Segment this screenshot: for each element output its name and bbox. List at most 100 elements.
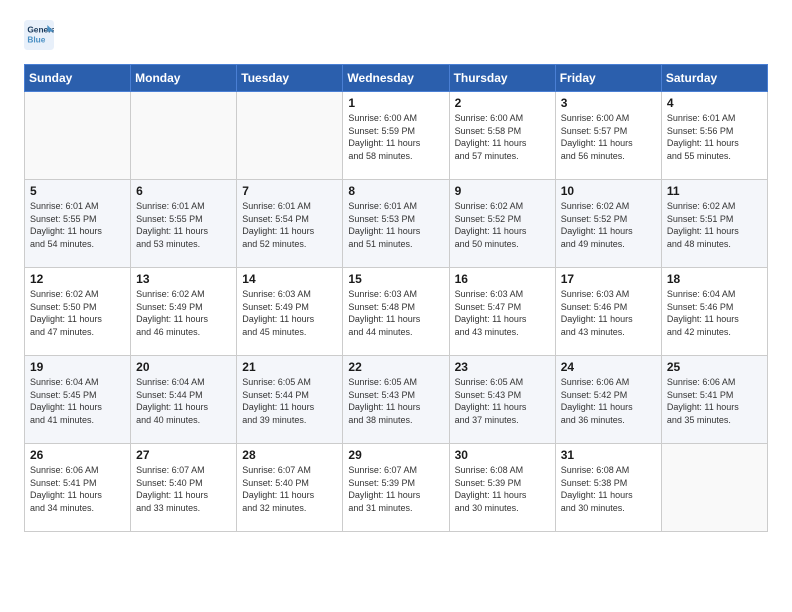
logo: General Blue — [24, 20, 60, 50]
calendar-cell — [131, 92, 237, 180]
calendar-cell: 8 Sunrise: 6:01 AM Sunset: 5:53 PM Daylig… — [343, 180, 449, 268]
calendar-cell: 14 Sunrise: 6:03 AM Sunset: 5:49 PM Dayli… — [237, 268, 343, 356]
day-info: Sunrise: 6:02 AM Sunset: 5:50 PM Dayligh… — [30, 288, 125, 338]
weekday-header-wednesday: Wednesday — [343, 65, 449, 92]
day-number: 14 — [242, 272, 337, 286]
calendar-cell: 7 Sunrise: 6:01 AM Sunset: 5:54 PM Daylig… — [237, 180, 343, 268]
calendar-cell: 27 Sunrise: 6:07 AM Sunset: 5:40 PM Dayli… — [131, 444, 237, 532]
calendar-cell: 20 Sunrise: 6:04 AM Sunset: 5:44 PM Dayli… — [131, 356, 237, 444]
calendar-cell: 16 Sunrise: 6:03 AM Sunset: 5:47 PM Dayli… — [449, 268, 555, 356]
calendar-cell: 18Sunrise: 6:04 AM Sunset: 5:46 PM Dayli… — [661, 268, 767, 356]
calendar-week-row: 19 Sunrise: 6:04 AM Sunset: 5:45 PM Dayli… — [25, 356, 768, 444]
calendar-body: 1 Sunrise: 6:00 AM Sunset: 5:59 PM Daylig… — [25, 92, 768, 532]
day-number: 13 — [136, 272, 231, 286]
weekday-header-saturday: Saturday — [661, 65, 767, 92]
logo-icon: General Blue — [24, 20, 54, 50]
day-info: Sunrise: 6:02 AM Sunset: 5:49 PM Dayligh… — [136, 288, 231, 338]
weekday-header-sunday: Sunday — [25, 65, 131, 92]
day-info: Sunrise: 6:03 AM Sunset: 5:47 PM Dayligh… — [455, 288, 550, 338]
calendar-cell — [237, 92, 343, 180]
day-number: 28 — [242, 448, 337, 462]
day-number: 3 — [561, 96, 656, 110]
day-info: Sunrise: 6:04 AM Sunset: 5:44 PM Dayligh… — [136, 376, 231, 426]
day-info: Sunrise: 6:00 AM Sunset: 5:59 PM Dayligh… — [348, 112, 443, 162]
calendar-table: SundayMondayTuesdayWednesdayThursdayFrid… — [24, 64, 768, 532]
day-number: 17 — [561, 272, 656, 286]
calendar-page: General Blue SundayMondayTuesdayWednesda… — [0, 0, 792, 552]
calendar-cell: 29Sunrise: 6:07 AM Sunset: 5:39 PM Dayli… — [343, 444, 449, 532]
day-number: 18 — [667, 272, 762, 286]
day-number: 6 — [136, 184, 231, 198]
calendar-cell: 24 Sunrise: 6:06 AM Sunset: 5:42 PM Dayli… — [555, 356, 661, 444]
day-info: Sunrise: 6:02 AM Sunset: 5:51 PM Dayligh… — [667, 200, 762, 250]
day-info: Sunrise: 6:01 AM Sunset: 5:55 PM Dayligh… — [136, 200, 231, 250]
day-number: 19 — [30, 360, 125, 374]
weekday-header-tuesday: Tuesday — [237, 65, 343, 92]
day-number: 4 — [667, 96, 762, 110]
day-number: 26 — [30, 448, 125, 462]
day-number: 5 — [30, 184, 125, 198]
day-info: Sunrise: 6:00 AM Sunset: 5:57 PM Dayligh… — [561, 112, 656, 162]
day-number: 25 — [667, 360, 762, 374]
calendar-week-row: 1 Sunrise: 6:00 AM Sunset: 5:59 PM Daylig… — [25, 92, 768, 180]
day-info: Sunrise: 6:05 AM Sunset: 5:44 PM Dayligh… — [242, 376, 337, 426]
day-number: 20 — [136, 360, 231, 374]
day-info: Sunrise: 6:01 AM Sunset: 5:54 PM Dayligh… — [242, 200, 337, 250]
day-number: 10 — [561, 184, 656, 198]
day-info: Sunrise: 6:06 AM Sunset: 5:41 PM Dayligh… — [30, 464, 125, 514]
calendar-cell: 30Sunrise: 6:08 AM Sunset: 5:39 PM Dayli… — [449, 444, 555, 532]
calendar-cell: 5 Sunrise: 6:01 AM Sunset: 5:55 PM Daylig… — [25, 180, 131, 268]
day-info: Sunrise: 6:07 AM Sunset: 5:40 PM Dayligh… — [242, 464, 337, 514]
svg-text:Blue: Blue — [27, 35, 45, 45]
calendar-cell: 15Sunrise: 6:03 AM Sunset: 5:48 PM Dayli… — [343, 268, 449, 356]
calendar-cell: 4Sunrise: 6:01 AM Sunset: 5:56 PM Daylig… — [661, 92, 767, 180]
day-info: Sunrise: 6:01 AM Sunset: 5:55 PM Dayligh… — [30, 200, 125, 250]
day-number: 16 — [455, 272, 550, 286]
calendar-cell: 9Sunrise: 6:02 AM Sunset: 5:52 PM Daylig… — [449, 180, 555, 268]
day-number: 2 — [455, 96, 550, 110]
day-info: Sunrise: 6:03 AM Sunset: 5:48 PM Dayligh… — [348, 288, 443, 338]
calendar-cell: 1 Sunrise: 6:00 AM Sunset: 5:59 PM Daylig… — [343, 92, 449, 180]
calendar-header-row: SundayMondayTuesdayWednesdayThursdayFrid… — [25, 65, 768, 92]
day-info: Sunrise: 6:07 AM Sunset: 5:40 PM Dayligh… — [136, 464, 231, 514]
calendar-cell — [25, 92, 131, 180]
day-info: Sunrise: 6:04 AM Sunset: 5:45 PM Dayligh… — [30, 376, 125, 426]
day-info: Sunrise: 6:08 AM Sunset: 5:39 PM Dayligh… — [455, 464, 550, 514]
calendar-cell: 25 Sunrise: 6:06 AM Sunset: 5:41 PM Dayli… — [661, 356, 767, 444]
calendar-cell: 6 Sunrise: 6:01 AM Sunset: 5:55 PM Daylig… — [131, 180, 237, 268]
calendar-cell: 10 Sunrise: 6:02 AM Sunset: 5:52 PM Dayli… — [555, 180, 661, 268]
calendar-cell: 21 Sunrise: 6:05 AM Sunset: 5:44 PM Dayli… — [237, 356, 343, 444]
day-info: Sunrise: 6:01 AM Sunset: 5:53 PM Dayligh… — [348, 200, 443, 250]
weekday-header-monday: Monday — [131, 65, 237, 92]
day-number: 29 — [348, 448, 443, 462]
day-info: Sunrise: 6:03 AM Sunset: 5:49 PM Dayligh… — [242, 288, 337, 338]
calendar-cell: 28 Sunrise: 6:07 AM Sunset: 5:40 PM Dayli… — [237, 444, 343, 532]
calendar-cell: 12 Sunrise: 6:02 AM Sunset: 5:50 PM Dayli… — [25, 268, 131, 356]
day-number: 27 — [136, 448, 231, 462]
day-number: 1 — [348, 96, 443, 110]
calendar-week-row: 12 Sunrise: 6:02 AM Sunset: 5:50 PM Dayli… — [25, 268, 768, 356]
day-number: 21 — [242, 360, 337, 374]
day-info: Sunrise: 6:03 AM Sunset: 5:46 PM Dayligh… — [561, 288, 656, 338]
calendar-cell: 19 Sunrise: 6:04 AM Sunset: 5:45 PM Dayli… — [25, 356, 131, 444]
day-info: Sunrise: 6:02 AM Sunset: 5:52 PM Dayligh… — [561, 200, 656, 250]
calendar-cell: 26 Sunrise: 6:06 AM Sunset: 5:41 PM Dayli… — [25, 444, 131, 532]
day-number: 9 — [455, 184, 550, 198]
day-info: Sunrise: 6:06 AM Sunset: 5:41 PM Dayligh… — [667, 376, 762, 426]
day-number: 22 — [348, 360, 443, 374]
calendar-cell: 11Sunrise: 6:02 AM Sunset: 5:51 PM Dayli… — [661, 180, 767, 268]
weekday-header-friday: Friday — [555, 65, 661, 92]
day-number: 12 — [30, 272, 125, 286]
weekday-header-thursday: Thursday — [449, 65, 555, 92]
calendar-week-row: 26 Sunrise: 6:06 AM Sunset: 5:41 PM Dayli… — [25, 444, 768, 532]
day-number: 7 — [242, 184, 337, 198]
day-number: 23 — [455, 360, 550, 374]
calendar-cell: 22 Sunrise: 6:05 AM Sunset: 5:43 PM Dayli… — [343, 356, 449, 444]
day-info: Sunrise: 6:05 AM Sunset: 5:43 PM Dayligh… — [348, 376, 443, 426]
day-number: 24 — [561, 360, 656, 374]
day-info: Sunrise: 6:08 AM Sunset: 5:38 PM Dayligh… — [561, 464, 656, 514]
calendar-cell: 17 Sunrise: 6:03 AM Sunset: 5:46 PM Dayli… — [555, 268, 661, 356]
day-info: Sunrise: 6:06 AM Sunset: 5:42 PM Dayligh… — [561, 376, 656, 426]
day-number: 8 — [348, 184, 443, 198]
calendar-cell: 31Sunrise: 6:08 AM Sunset: 5:38 PM Dayli… — [555, 444, 661, 532]
